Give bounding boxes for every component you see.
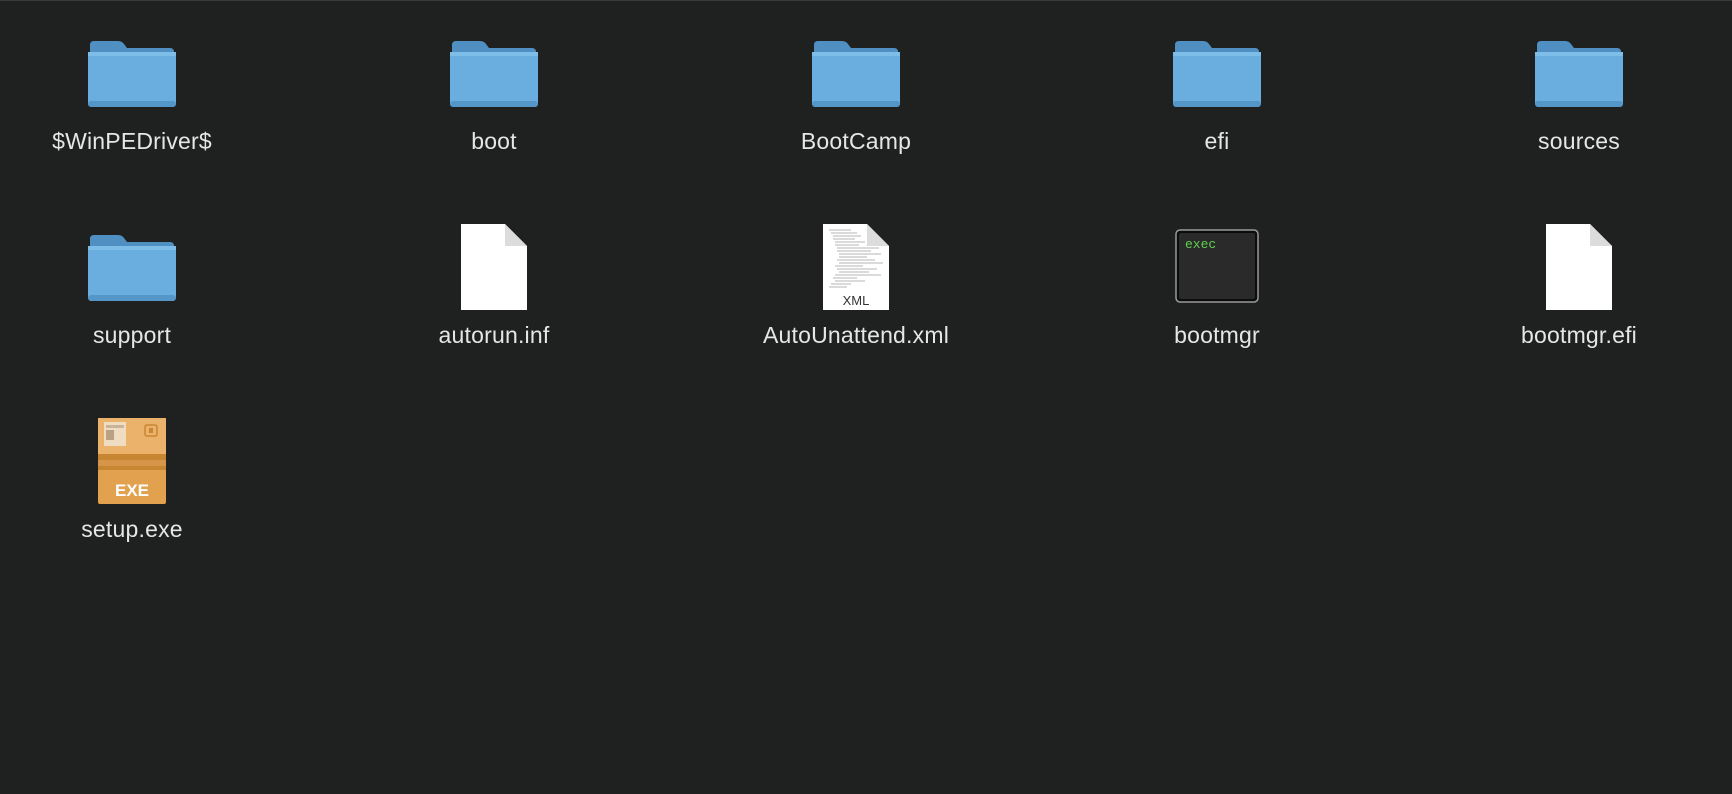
item-label: efi — [1204, 128, 1230, 154]
item-label: autorun.inf — [438, 322, 550, 348]
folder-item-efi[interactable]: efi — [1107, 3, 1327, 183]
item-label: support — [92, 322, 172, 348]
xml-badge: XML — [843, 293, 870, 308]
folder-icon — [22, 217, 242, 317]
blank-document-icon — [384, 217, 604, 317]
file-item-setup-exe[interactable]: EXE setup.exe — [22, 391, 242, 571]
item-label: bootmgr — [1174, 322, 1260, 348]
file-item-autorun-inf[interactable]: autorun.inf — [384, 197, 604, 377]
file-item-autounattend-xml[interactable]: XML AutoUnattend.xml — [746, 197, 966, 377]
folder-icon — [384, 23, 604, 123]
item-label: boot — [471, 128, 517, 154]
folder-item-bootcamp[interactable]: BootCamp — [746, 3, 966, 183]
exec-badge: exec — [1185, 237, 1216, 252]
folder-icon — [22, 23, 242, 123]
xml-document-icon: XML — [746, 217, 966, 317]
folder-item-sources[interactable]: sources — [1469, 3, 1689, 183]
folder-icon — [1469, 23, 1689, 123]
terminal-exec-icon: exec — [1107, 217, 1327, 317]
item-label: bootmgr.efi — [1521, 322, 1637, 348]
finder-icon-view: $WinPEDriver$ boot BootCamp efi sources … — [0, 0, 1732, 794]
folder-item-boot[interactable]: boot — [384, 3, 604, 183]
file-item-bootmgr-efi[interactable]: bootmgr.efi — [1469, 197, 1689, 377]
folder-icon — [746, 23, 966, 123]
item-label: setup.exe — [81, 516, 183, 542]
item-label: AutoUnattend.xml — [762, 322, 950, 348]
folder-item-winpedriver[interactable]: $WinPEDriver$ — [22, 3, 242, 183]
file-item-bootmgr[interactable]: exec bootmgr — [1107, 197, 1327, 377]
blank-document-icon — [1469, 217, 1689, 317]
item-label: BootCamp — [800, 128, 912, 154]
folder-item-support[interactable]: support — [22, 197, 242, 377]
folder-icon — [1107, 23, 1327, 123]
item-label: $WinPEDriver$ — [52, 128, 212, 154]
exe-package-icon: EXE — [22, 411, 242, 511]
item-label: sources — [1538, 128, 1620, 154]
exe-badge: EXE — [115, 481, 149, 500]
